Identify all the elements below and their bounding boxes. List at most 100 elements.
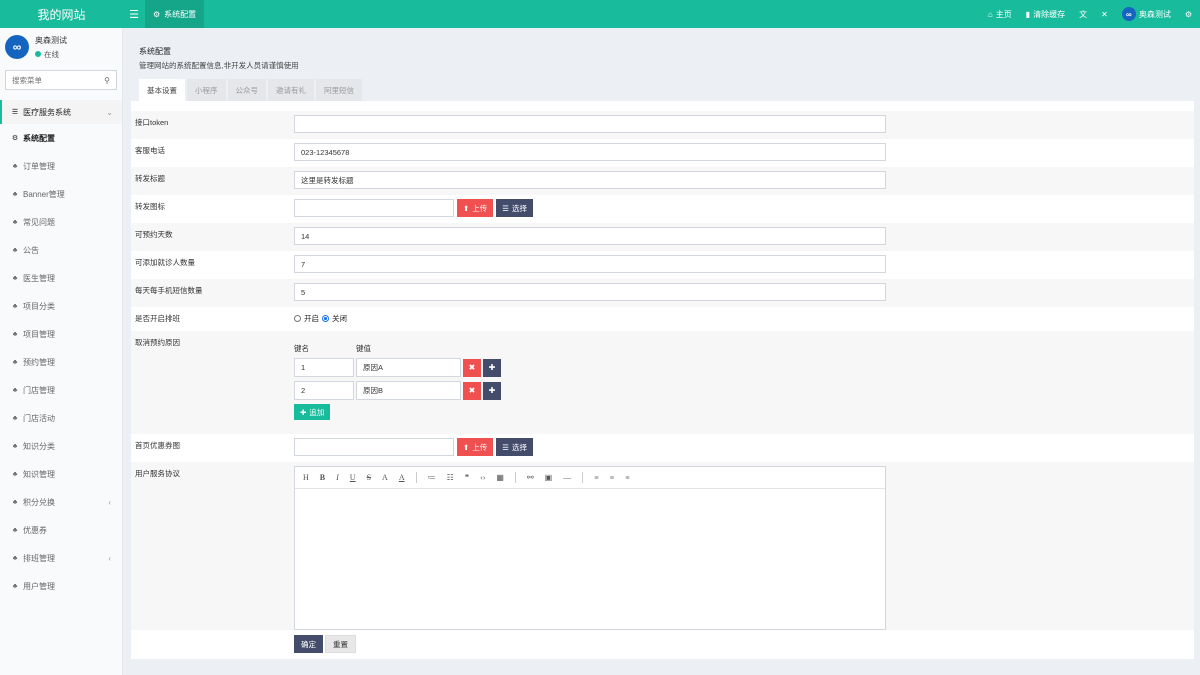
quote-icon[interactable]: ❝	[465, 473, 469, 482]
reason-value-input[interactable]: 原因B	[356, 381, 461, 400]
coupon-image-input[interactable]	[294, 438, 454, 456]
remove-icon[interactable]: ✖	[463, 381, 481, 400]
font-color-icon[interactable]: A	[382, 473, 388, 482]
sidebar-group-medical[interactable]: ☰ 医疗服务系统 ⌄	[0, 100, 122, 124]
upload-button[interactable]: ⬆ 上传	[457, 438, 494, 456]
menu-search[interactable]: ⚲	[5, 70, 117, 90]
sitemap-icon: ♣	[12, 442, 18, 450]
italic-icon[interactable]: I	[336, 473, 339, 482]
tab-mini-program[interactable]: 小程序	[187, 79, 226, 101]
add-reason-button[interactable]: ✚ 追加	[294, 404, 331, 420]
choose-button[interactable]: ☰ 选择	[496, 199, 534, 217]
user-menu[interactable]: ∞ 奥森测试	[1121, 7, 1171, 21]
share-icon-input[interactable]	[294, 199, 454, 217]
phone-input[interactable]: 023-12345678	[294, 143, 886, 161]
sidebar-item-orders[interactable]: ♣ 订单管理	[0, 152, 122, 180]
form-row-schedule: 是否开启排班 开启 关闭	[131, 307, 1194, 331]
translate-button[interactable]: 文	[1079, 9, 1087, 20]
horizontal-rule-icon[interactable]: —	[563, 473, 571, 482]
chevron-left-icon: ‹	[108, 553, 111, 563]
avatar: ∞	[1121, 7, 1136, 21]
sidebar-item-stores[interactable]: ♣ 门店管理	[0, 376, 122, 404]
toolbar-divider	[415, 472, 417, 483]
form-row-agreement: 用户服务协议 H B I U S A A ≔ ☷ ❝ ‹› ▦ ⚯ ▣ — ≡ …	[131, 462, 1194, 630]
sms-count-input[interactable]: 5	[294, 283, 886, 301]
sidebar-item-faq[interactable]: ♣ 常见问题	[0, 208, 122, 236]
field-label: 可添加就诊人数量	[135, 258, 195, 267]
heading-icon[interactable]: H	[303, 473, 309, 482]
ordered-list-icon[interactable]: ≔	[428, 473, 436, 482]
drag-icon[interactable]: ✚	[483, 381, 501, 400]
editor-body[interactable]	[295, 489, 885, 629]
align-center-icon[interactable]: ≡	[610, 473, 615, 482]
remove-icon[interactable]: ✖	[463, 358, 481, 377]
field-label: 转发图标	[135, 202, 165, 211]
editor-toolbar: H B I U S A A ≔ ☷ ❝ ‹› ▦ ⚯ ▣ — ≡ ≡ ≡	[295, 467, 885, 489]
kv-header: 键名 键值	[294, 343, 501, 354]
sidebar-item-coupons[interactable]: ♣ 优惠券	[0, 516, 122, 544]
bg-color-icon[interactable]: A	[399, 473, 405, 482]
image-icon[interactable]: ▣	[545, 473, 553, 482]
field-label: 客服电话	[135, 146, 165, 155]
sidebar-item-users[interactable]: ♣ 用户管理	[0, 572, 122, 600]
menu-toggle-icon[interactable]: ☰	[123, 8, 145, 21]
drag-icon[interactable]: ✚	[483, 358, 501, 377]
nav-tab-system-config[interactable]: ⚙ 系统配置	[145, 0, 205, 28]
sidebar-item-banner[interactable]: ♣ Banner管理	[0, 180, 122, 208]
field-label: 首页优惠券图	[135, 441, 180, 450]
sidebar-item-label: 订单管理	[23, 161, 55, 171]
code-icon[interactable]: ‹›	[480, 473, 485, 482]
align-left-icon[interactable]: ≡	[594, 473, 599, 482]
sidebar-item-projects[interactable]: ♣ 项目管理	[0, 320, 122, 348]
settings-button[interactable]: ⚙	[1185, 10, 1192, 19]
underline-icon[interactable]: U	[350, 473, 356, 482]
gears-icon: ⚙	[1184, 9, 1192, 19]
sidebar-item-project-category[interactable]: ♣ 项目分类	[0, 292, 122, 320]
sidebar-item-knowledge[interactable]: ♣ 知识管理	[0, 460, 122, 488]
days-input[interactable]: 14	[294, 227, 886, 245]
tab-official-account[interactable]: 公众号	[227, 79, 266, 101]
list-item: 1 原因A ✖ ✚	[294, 358, 501, 377]
sitemap-icon: ♣	[12, 274, 18, 282]
sidebar-item-schedule[interactable]: ♣ 排班管理 ‹	[0, 544, 122, 572]
align-right-icon[interactable]: ≡	[625, 473, 630, 482]
unordered-list-icon[interactable]: ☷	[447, 473, 454, 482]
api-token-input[interactable]	[294, 115, 886, 133]
sidebar-item-doctors[interactable]: ♣ 医生管理	[0, 264, 122, 292]
sidebar-item-store-activities[interactable]: ♣ 门店活动	[0, 404, 122, 432]
table-icon[interactable]: ▦	[496, 473, 504, 482]
reset-button[interactable]: 重置	[325, 635, 356, 653]
tab-basic[interactable]: 基本设置	[139, 79, 185, 101]
radio-close[interactable]	[322, 315, 329, 322]
bold-icon[interactable]: B	[320, 473, 325, 482]
reason-value-input[interactable]: 原因A	[356, 358, 461, 377]
patients-input[interactable]: 7	[294, 255, 886, 273]
fullscreen-button[interactable]: ✕	[1101, 10, 1108, 19]
share-title-input[interactable]: 这里是转发标题	[294, 171, 886, 189]
sidebar-item-label: 知识分类	[23, 441, 55, 451]
tab-aliyun-sms[interactable]: 阿里短信	[316, 79, 362, 101]
home-link[interactable]: ⌂ 主页	[988, 9, 1012, 20]
reason-key-input[interactable]: 2	[294, 381, 354, 400]
clear-cache-button[interactable]: ▮ 清除缓存	[1026, 9, 1065, 20]
sidebar-item-system-config[interactable]: ⚙ 系统配置	[0, 124, 122, 152]
strikethrough-icon[interactable]: S	[367, 473, 371, 482]
toolbar-divider	[514, 472, 516, 483]
online-dot-icon	[35, 51, 41, 57]
search-input[interactable]	[12, 75, 92, 85]
brand-logo[interactable]: 我的网站	[0, 0, 123, 28]
link-icon[interactable]: ⚯	[527, 473, 534, 482]
sidebar-item-knowledge-category[interactable]: ♣ 知识分类	[0, 432, 122, 460]
radio-open[interactable]	[294, 315, 301, 322]
confirm-button[interactable]: 确定	[294, 635, 323, 653]
upload-button[interactable]: ⬆ 上传	[457, 199, 494, 217]
sidebar-item-appointments[interactable]: ♣ 预约管理	[0, 348, 122, 376]
search-icon[interactable]: ⚲	[104, 76, 110, 85]
sidebar-item-notice[interactable]: ♣ 公告	[0, 236, 122, 264]
reason-key-input[interactable]: 1	[294, 358, 354, 377]
sidebar-item-points-exchange[interactable]: ♣ 积分兑换 ‹	[0, 488, 122, 516]
choose-button[interactable]: ☰ 选择	[496, 438, 534, 456]
sitemap-icon: ♣	[12, 218, 18, 226]
avatar: ∞	[5, 35, 29, 59]
tab-invite[interactable]: 邀请有礼	[268, 79, 314, 101]
